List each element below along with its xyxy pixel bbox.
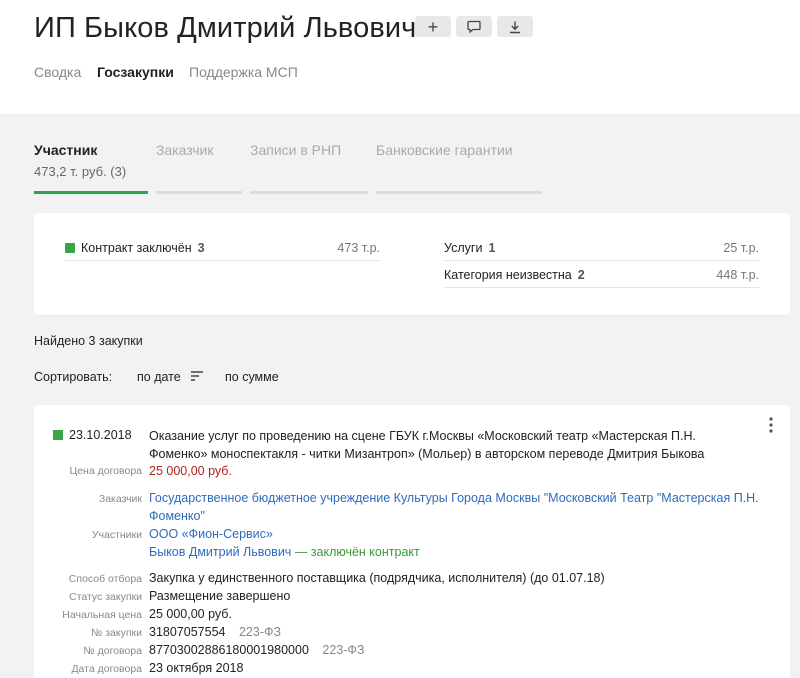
start-price-value: 25 000,00 руб.	[149, 607, 232, 621]
more-menu-icon[interactable]	[768, 417, 774, 433]
tab-bank-guarantees[interactable]: Банковские гарантии	[376, 142, 513, 158]
tab-rnp-records[interactable]: Записи в РНП	[250, 142, 341, 158]
method-label: Способ отбора	[68, 573, 142, 585]
status-label: Статус закупки	[69, 591, 142, 603]
sort-by-date-label: по дате	[137, 370, 181, 384]
tab-underline	[376, 191, 542, 194]
add-button[interactable]: +	[415, 16, 451, 37]
participants-label: Участники	[91, 529, 142, 541]
procurement-number-row: 31807057554 223-ФЗ	[149, 623, 281, 641]
contract-number-row: 87703002886180001980000 223-ФЗ	[149, 641, 364, 659]
contract-date-label: Дата договора	[71, 663, 142, 675]
summary-row-services[interactable]: Услуги 1 25 т.р.	[444, 234, 759, 261]
start-price-label: Начальная цена	[62, 609, 142, 621]
summary-row-contract[interactable]: Контракт заключён 3 473 т.р.	[65, 234, 380, 261]
sort-label: Сортировать:	[34, 370, 113, 384]
procurement-date: 23.10.2018	[53, 428, 132, 442]
nav-sme-support[interactable]: Поддержка МСП	[189, 64, 298, 80]
download-button[interactable]	[497, 16, 533, 37]
sort-by-sum[interactable]: по сумме	[225, 370, 279, 384]
plus-icon: +	[427, 16, 439, 37]
status-square-icon	[53, 430, 63, 440]
summary-label: Услуги	[444, 241, 483, 255]
page-header: ИП Быков Дмитрий Львович + Сводка Госзак…	[0, 0, 800, 114]
status-square-icon	[65, 243, 75, 253]
participant-row: Быков Дмитрий Львович — заключён контрак…	[149, 543, 420, 561]
comment-icon	[467, 20, 481, 33]
comment-button[interactable]	[456, 16, 492, 37]
customer-link[interactable]: Государственное бюджетное учреждение Кул…	[149, 489, 759, 525]
participant-link[interactable]: Быков Дмитрий Львович	[149, 545, 291, 559]
participant-link[interactable]: ООО «Фион-Сервис»	[149, 525, 273, 543]
procurement-number: 31807057554	[149, 625, 226, 639]
tab-underline	[156, 191, 242, 194]
nav-summary[interactable]: Сводка	[34, 64, 81, 80]
method-value: Закупка у единственного поставщика (подр…	[149, 571, 605, 585]
summary-card: Контракт заключён 3 473 т.р. Услуги 1 25 т…	[34, 213, 790, 315]
summary-count: 1	[488, 241, 496, 255]
page-title: ИП Быков Дмитрий Львович	[34, 12, 417, 44]
tab-underline	[250, 191, 368, 194]
contract-number-label: № договора	[83, 645, 142, 657]
sort-by-date[interactable]: по дате	[137, 370, 204, 384]
summary-label: Категория неизвестна	[444, 268, 572, 282]
law-badge: 223-ФЗ	[322, 643, 365, 657]
summary-amount: 448 т.р.	[716, 268, 759, 282]
procurement-number-label: № закупки	[91, 627, 142, 639]
summary-row-unknown-category[interactable]: Категория неизвестна 2 448 т.р.	[444, 261, 759, 288]
sort-icon	[191, 371, 204, 381]
contract-number: 87703002886180001980000	[149, 643, 309, 657]
contract-price: 25 000,00 руб.	[149, 464, 232, 478]
status-value: Размещение завершено	[149, 589, 291, 603]
tab-participant[interactable]: Участник	[34, 142, 97, 158]
nav-procurements[interactable]: Госзакупки	[97, 64, 174, 80]
contract-date-value: 23 октября 2018	[149, 661, 244, 675]
summary-label: Контракт заключён	[81, 241, 192, 255]
procurement-title[interactable]: Оказание услуг по проведению на сцене ГБ…	[149, 427, 704, 463]
participant-status: — заключён контракт	[294, 545, 420, 559]
tab-underline-active	[34, 191, 148, 194]
summary-count: 3	[197, 241, 205, 255]
summary-amount: 473 т.р.	[337, 241, 380, 255]
law-badge: 223-ФЗ	[238, 625, 282, 639]
price-label: Цена договора	[69, 465, 142, 477]
download-icon	[510, 21, 520, 33]
summary-amount: 25 т.р.	[723, 241, 759, 255]
results-count: Найдено 3 закупки	[34, 334, 143, 348]
tab-participant-sum: 473,2 т. руб. (3)	[34, 164, 127, 179]
tab-customer[interactable]: Заказчик	[156, 142, 214, 158]
summary-count: 2	[577, 268, 585, 282]
customer-label: Заказчик	[98, 493, 142, 505]
